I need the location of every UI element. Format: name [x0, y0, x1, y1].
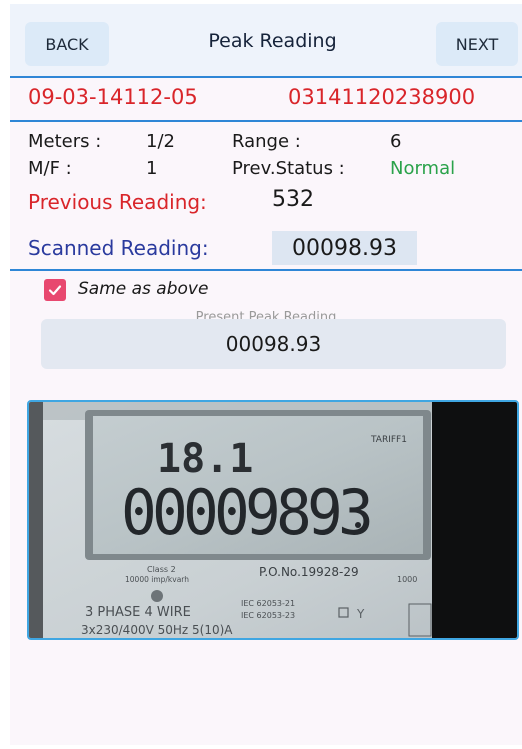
- meter-id: 03141120238900: [288, 85, 476, 109]
- scanned-reading-label: Scanned Reading:: [28, 236, 209, 260]
- meter-edge-text: 1000: [397, 575, 417, 584]
- present-peak-reading-input[interactable]: [41, 319, 506, 369]
- svg-text:Y: Y: [356, 607, 365, 621]
- meter-class: Class 2: [147, 565, 176, 574]
- meter-imp: 10000 imp/kvarh: [125, 575, 189, 584]
- meters-value: 1/2: [146, 131, 175, 152]
- top-bar: BACK Peak Reading NEXT: [10, 4, 522, 78]
- page-title: Peak Reading: [208, 30, 337, 52]
- prev-status-label: Prev.Status :: [232, 158, 345, 179]
- prev-status-value: Normal: [390, 158, 456, 179]
- range-value: 6: [390, 131, 402, 152]
- meter-spec: 3x230/400V 50Hz 5(10)A: [81, 623, 233, 637]
- meter-iec1: IEC 62053-21: [241, 599, 295, 608]
- lcd-tariff: TARIFF1: [370, 435, 407, 445]
- same-as-above-checkbox[interactable]: [44, 279, 66, 301]
- meter-po: P.O.No.19928-29: [259, 565, 359, 579]
- previous-reading-label: Previous Reading:: [28, 190, 207, 214]
- lcd-big-reading: 00009893: [121, 476, 370, 549]
- back-button[interactable]: BACK: [25, 22, 109, 66]
- scanned-reading-value: 00098.93: [272, 231, 417, 265]
- previous-reading-value: 532: [272, 187, 314, 212]
- mf-label: M/F :: [28, 158, 72, 179]
- next-button[interactable]: NEXT: [436, 22, 518, 66]
- meter-iec2: IEC 62053-23: [241, 611, 295, 620]
- id-row: 09-03-14112-05 03141120238900: [10, 78, 522, 122]
- app-screen: BACK Peak Reading NEXT 09-03-14112-05 03…: [10, 4, 522, 745]
- service-number: 09-03-14112-05: [28, 85, 198, 109]
- meters-label: Meters :: [28, 131, 102, 152]
- section-divider: [10, 269, 522, 271]
- checkmark-icon: [48, 285, 62, 296]
- range-label: Range :: [232, 131, 301, 152]
- same-as-above-label[interactable]: Same as above: [78, 279, 208, 299]
- meter-phase: 3 PHASE 4 WIRE: [85, 605, 191, 620]
- mf-value: 1: [146, 158, 158, 179]
- meter-photo-image: 18.1 00009893 TARIFF1 Class 2 10000 imp/…: [29, 402, 517, 638]
- meter-photo: 18.1 00009893 TARIFF1 Class 2 10000 imp/…: [27, 400, 519, 640]
